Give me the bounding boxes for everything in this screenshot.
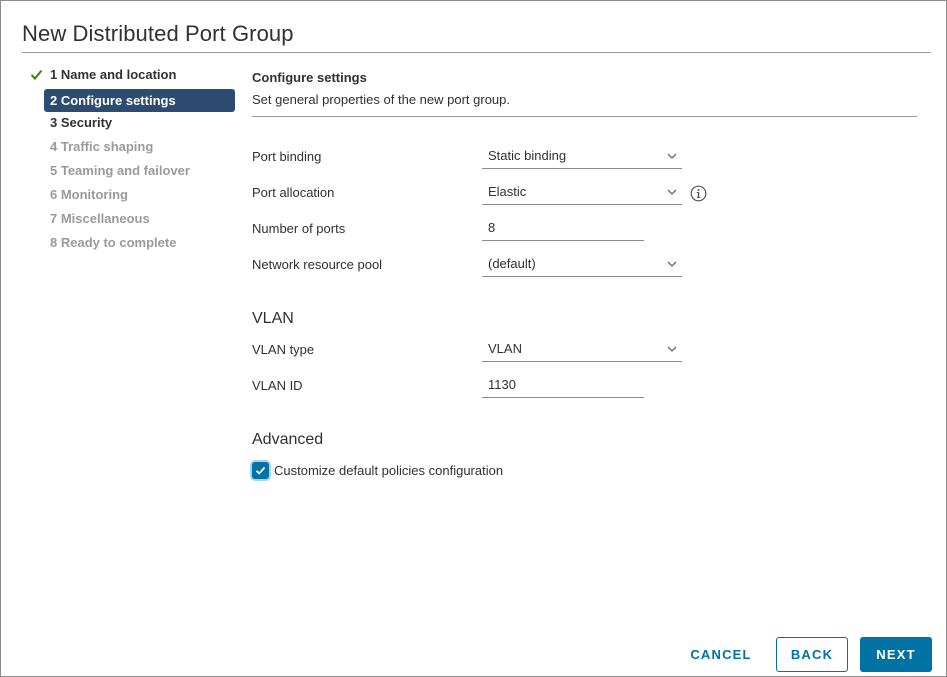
advanced-heading: Advanced	[252, 431, 324, 448]
vlan-type-value: VLAN	[488, 341, 522, 356]
number-of-ports-label: Number of ports	[252, 221, 346, 236]
step-monitoring: 6 Monitoring	[27, 185, 235, 209]
step-miscellaneous: 7 Miscellaneous	[27, 209, 235, 233]
chevron-down-icon	[667, 261, 677, 267]
port-allocation-label: Port allocation	[252, 185, 335, 200]
info-icon[interactable]	[690, 185, 707, 202]
step-label: 6 Monitoring	[50, 187, 128, 202]
section-header: Configure settings Set general propertie…	[252, 65, 917, 117]
number-of-ports-input[interactable]: 8	[482, 217, 644, 241]
customize-policies-label[interactable]: Customize default policies configuration	[274, 463, 503, 478]
network-resource-pool-label: Network resource pool	[252, 257, 383, 272]
vlan-type-label: VLAN type	[252, 342, 315, 357]
step-security[interactable]: 3 Security	[27, 113, 235, 137]
vlan-type-select[interactable]: VLAN	[482, 338, 682, 362]
title-divider	[22, 52, 931, 53]
section-description: Set general properties of the new port g…	[252, 92, 510, 107]
step-name-and-location[interactable]: 1 Name and location	[27, 65, 235, 89]
new-port-group-dialog: New Distributed Port Group 1 Name and lo…	[0, 0, 947, 677]
section-title: Configure settings	[252, 70, 367, 85]
section-divider	[252, 116, 917, 117]
chevron-down-icon	[667, 153, 677, 159]
step-ready-to-complete: 8 Ready to complete	[27, 233, 235, 257]
step-label: 5 Teaming and failover	[50, 163, 190, 178]
chevron-down-icon	[667, 189, 677, 195]
next-button[interactable]: NEXT	[860, 637, 932, 672]
vlan-id-label: VLAN ID	[252, 378, 303, 393]
wizard-steps: 1 Name and location 2 Configure settings…	[27, 65, 235, 257]
step-label: 1 Name and location	[50, 67, 177, 82]
step-traffic-shaping: 4 Traffic shaping	[27, 137, 235, 161]
vlan-id-input[interactable]: 1130	[482, 374, 644, 398]
port-binding-select[interactable]: Static binding	[482, 145, 682, 169]
vlan-heading: VLAN	[252, 310, 294, 327]
step-label: 8 Ready to complete	[50, 235, 177, 250]
chevron-down-icon	[667, 346, 677, 352]
step-teaming-and-failover: 5 Teaming and failover	[27, 161, 235, 185]
port-binding-value: Static binding	[488, 148, 567, 163]
step-label: 3 Security	[50, 115, 113, 130]
customize-policies-checkbox[interactable]	[252, 462, 269, 479]
step-label: 4 Traffic shaping	[50, 139, 154, 154]
cancel-button[interactable]: CANCEL	[681, 637, 761, 672]
back-button[interactable]: BACK	[776, 637, 848, 672]
network-resource-pool-value: (default)	[488, 256, 536, 271]
step-configure-settings[interactable]: 2 Configure settings	[44, 89, 235, 112]
step-label: 7 Miscellaneous	[50, 211, 150, 226]
port-allocation-select[interactable]: Elastic	[482, 181, 682, 205]
network-resource-pool-select[interactable]: (default)	[482, 253, 682, 277]
check-icon	[30, 69, 43, 80]
port-binding-label: Port binding	[252, 149, 322, 164]
dialog-title: New Distributed Port Group	[22, 21, 294, 46]
check-icon	[255, 466, 266, 475]
step-label: 2 Configure settings	[50, 93, 176, 108]
port-allocation-value: Elastic	[488, 184, 527, 199]
